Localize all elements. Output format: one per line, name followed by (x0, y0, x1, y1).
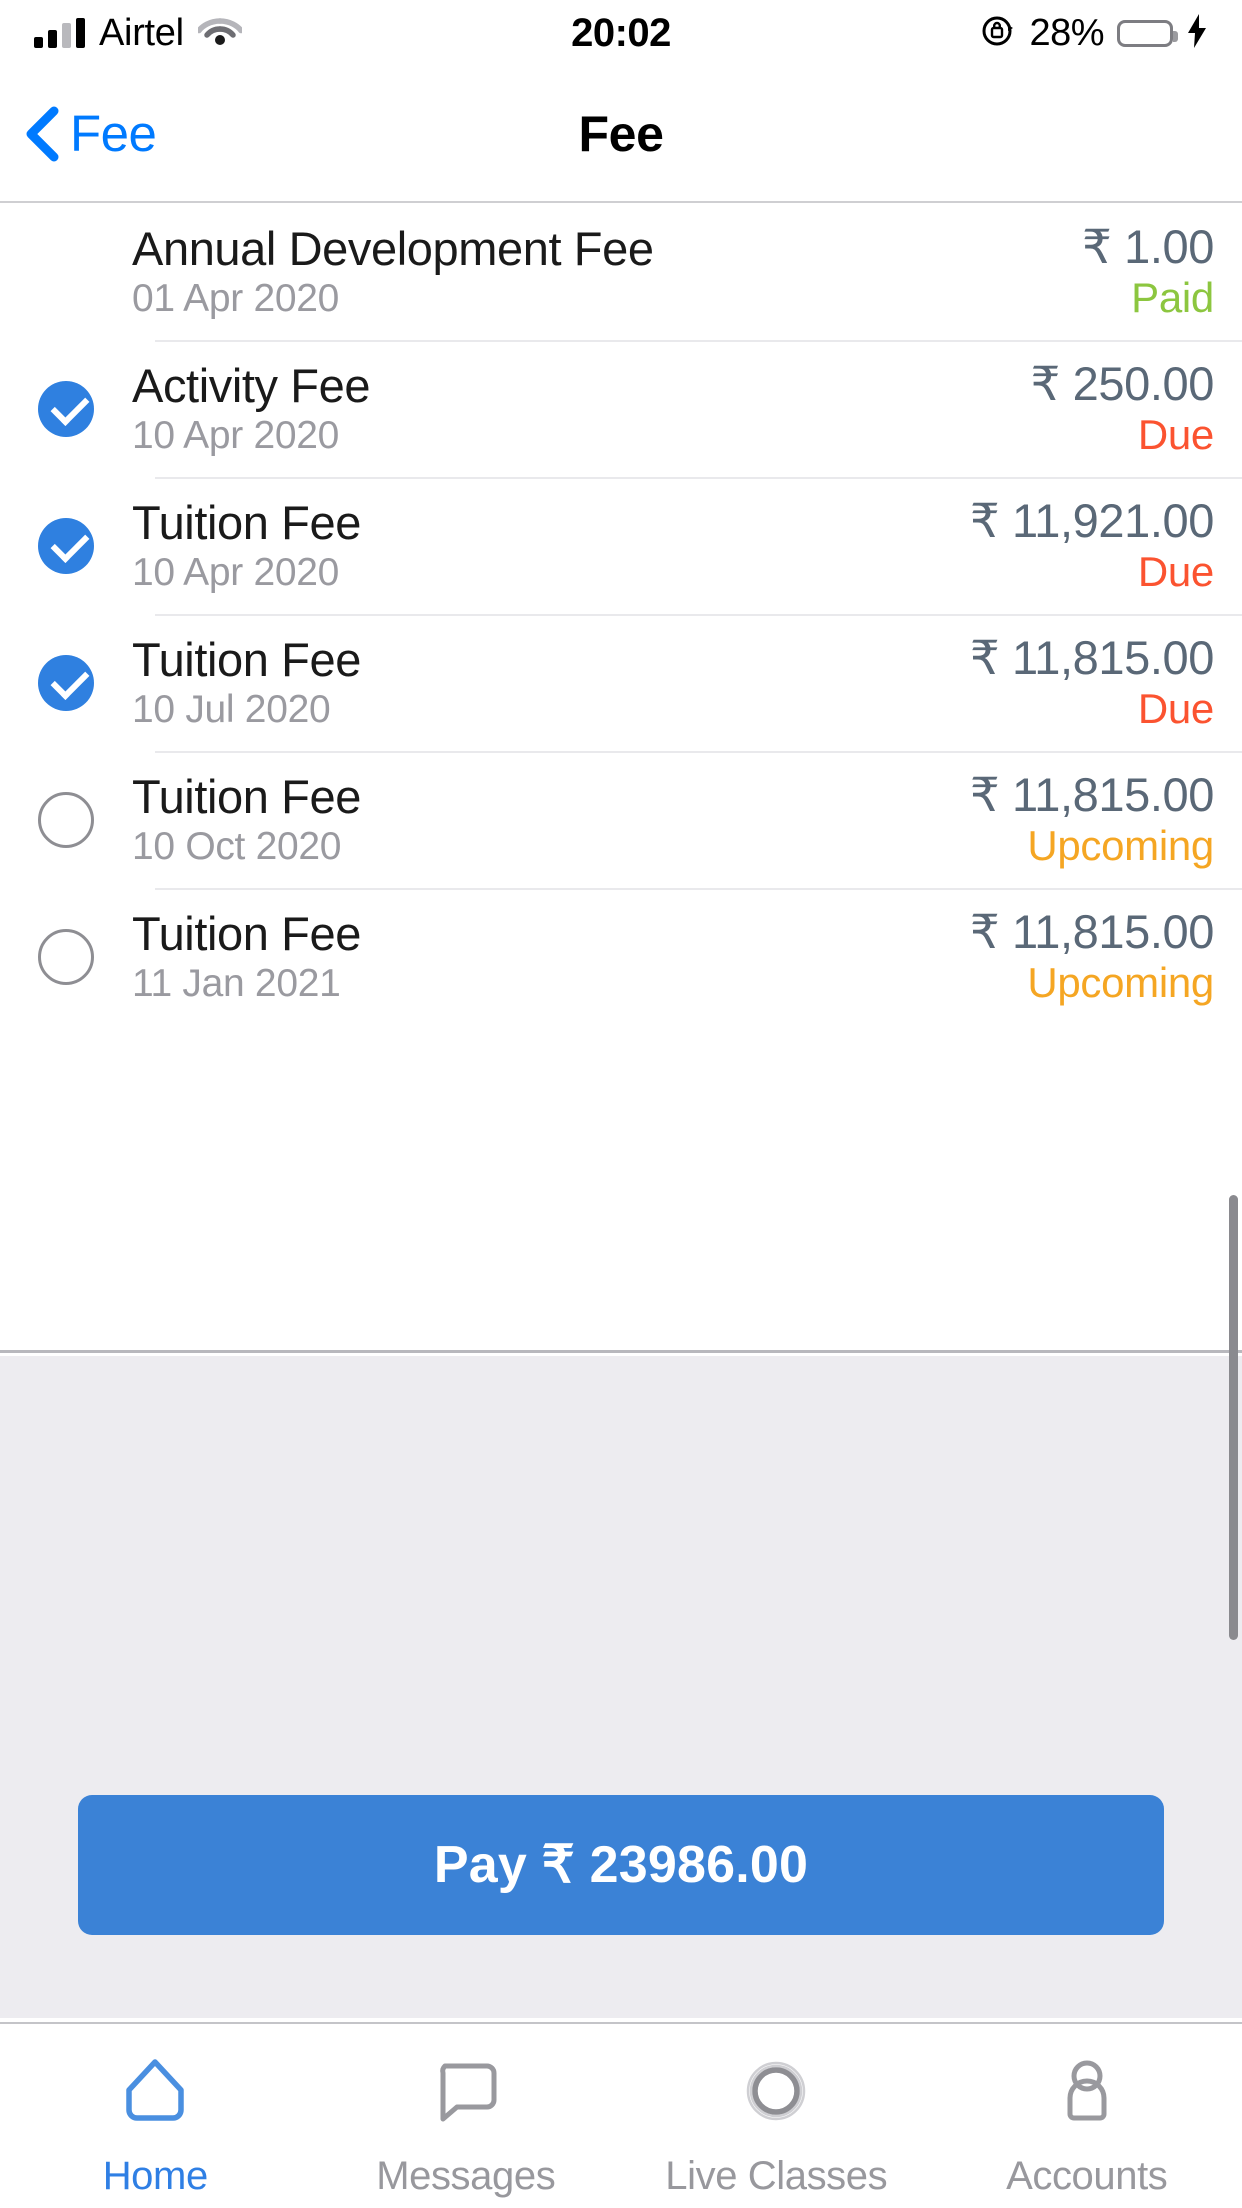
rotation-lock-icon (980, 13, 1016, 54)
back-button-label: Fee (70, 105, 157, 162)
back-button[interactable]: Fee (22, 104, 157, 163)
checkbox-unchecked-icon[interactable] (38, 791, 94, 848)
fee-date: 01 Apr 2020 (132, 276, 340, 320)
fee-info: Tuition Fee 11 Jan 2021 (132, 906, 970, 1005)
fee-info: Annual Development Fee 01 Apr 2020 (132, 221, 1082, 320)
person-icon (1044, 2048, 1130, 2134)
tab-messages[interactable]: Messages (311, 2024, 622, 2208)
table-row[interactable]: Annual Development Fee 01 Apr 2020 ₹ 1.0… (0, 203, 1242, 340)
app-screen: Airtel 20:02 28% Fee Fee Annual Developm… (0, 0, 1242, 2208)
bottom-tab-bar: Home Messages Live Classes Accounts (0, 2022, 1242, 2208)
status-badge: Due (1137, 685, 1214, 733)
fee-amount: ₹ 250.00 (1030, 357, 1214, 411)
table-row[interactable]: Tuition Fee 11 Jan 2021 ₹ 11,815.00 Upco… (0, 888, 1242, 1025)
status-bar-left: Airtel (34, 12, 571, 55)
tab-live-classes[interactable]: Live Classes (621, 2024, 932, 2208)
fee-amount: ₹ 11,815.00 (969, 631, 1215, 685)
status-bar-center: 20:02 (571, 11, 671, 56)
fee-info: Tuition Fee 10 Jul 2020 (132, 632, 970, 731)
charging-bolt-icon (1186, 13, 1208, 54)
fee-amount: ₹ 1.00 (1081, 220, 1214, 274)
message-bubble-icon (423, 2048, 509, 2134)
fee-amount: ₹ 11,815.00 (969, 905, 1215, 959)
checkbox-unchecked-icon[interactable] (38, 928, 94, 985)
fee-name: Activity Fee (132, 358, 371, 412)
fee-list[interactable]: Annual Development Fee 01 Apr 2020 ₹ 1.0… (0, 203, 1242, 1353)
table-row[interactable]: Tuition Fee 10 Apr 2020 ₹ 11,921.00 Due (0, 477, 1242, 614)
fee-date: 11 Jan 2021 (132, 961, 341, 1005)
fee-name: Tuition Fee (132, 906, 361, 960)
fee-info: Tuition Fee 10 Apr 2020 (132, 495, 970, 594)
checkbox-empty-placeholder (38, 244, 94, 300)
carrier-label: Airtel (99, 11, 184, 54)
fee-select-checkbox[interactable] (0, 791, 132, 848)
fee-name: Annual Development Fee (132, 221, 654, 275)
fee-amount: ₹ 11,921.00 (969, 494, 1215, 548)
fee-date: 10 Apr 2020 (132, 413, 340, 457)
fee-amount-status: ₹ 11,921.00 Due (970, 497, 1242, 594)
battery-percent-label: 28% (1029, 11, 1104, 54)
clock-label: 20:02 (571, 10, 671, 55)
fee-date: 10 Oct 2020 (132, 824, 342, 868)
status-badge: Upcoming (1027, 959, 1214, 1007)
navigation-bar: Fee Fee (0, 66, 1242, 203)
fee-amount-status: ₹ 1.00 Paid (1082, 223, 1242, 320)
fee-date: 10 Apr 2020 (132, 550, 340, 594)
status-badge: Paid (1131, 274, 1214, 322)
fee-name: Tuition Fee (132, 632, 361, 686)
table-row[interactable]: Tuition Fee 10 Jul 2020 ₹ 11,815.00 Due (0, 614, 1242, 751)
fee-amount-status: ₹ 11,815.00 Upcoming (970, 771, 1242, 868)
tab-home-label: Home (102, 2153, 209, 2198)
fee-amount-status: ₹ 11,815.00 Due (970, 634, 1242, 731)
tab-home[interactable]: Home (0, 2024, 311, 2208)
fee-name: Tuition Fee (132, 769, 361, 823)
broadcast-rings-icon (733, 2048, 819, 2134)
fee-date: 10 Jul 2020 (132, 687, 331, 731)
table-row[interactable]: Activity Fee 10 Apr 2020 ₹ 250.00 Due (0, 340, 1242, 477)
fee-select-checkbox[interactable] (0, 654, 132, 711)
status-bar: Airtel 20:02 28% (0, 0, 1242, 66)
tab-live-classes-label: Live Classes (665, 2153, 888, 2198)
fee-select-checkbox[interactable] (0, 380, 132, 437)
fee-name: Tuition Fee (132, 495, 361, 549)
checkbox-checked-icon[interactable] (38, 654, 94, 711)
tab-accounts[interactable]: Accounts (932, 2024, 1242, 2208)
status-badge: Due (1137, 411, 1214, 459)
fee-info: Activity Fee 10 Apr 2020 (132, 358, 1030, 457)
status-badge: Upcoming (1027, 822, 1214, 870)
status-bar-right: 28% (671, 12, 1208, 55)
signal-bars-icon (34, 18, 85, 48)
page-title: Fee (578, 105, 664, 162)
checkbox-checked-icon[interactable] (38, 380, 94, 437)
fee-select-checkbox[interactable] (0, 517, 132, 574)
table-row[interactable]: Tuition Fee 10 Oct 2020 ₹ 11,815.00 Upco… (0, 751, 1242, 888)
fee-amount-status: ₹ 250.00 Due (1030, 360, 1242, 457)
fee-select-checkbox[interactable] (0, 928, 132, 985)
fee-select-checkbox (0, 244, 132, 300)
checkbox-checked-icon[interactable] (38, 517, 94, 574)
battery-icon (1117, 19, 1178, 47)
vertical-scrollbar[interactable] (1229, 1195, 1238, 1640)
fee-amount: ₹ 11,815.00 (969, 768, 1215, 822)
home-icon (112, 2048, 198, 2134)
status-badge: Due (1137, 548, 1214, 596)
wifi-icon (196, 15, 244, 52)
tab-accounts-label: Accounts (1006, 2153, 1168, 2198)
tab-messages-label: Messages (376, 2153, 556, 2198)
chevron-left-icon (22, 106, 62, 162)
fee-info: Tuition Fee 10 Oct 2020 (132, 769, 970, 868)
pay-button[interactable]: Pay ₹ 23986.00 (78, 1795, 1164, 1935)
fee-amount-status: ₹ 11,815.00 Upcoming (970, 908, 1242, 1005)
